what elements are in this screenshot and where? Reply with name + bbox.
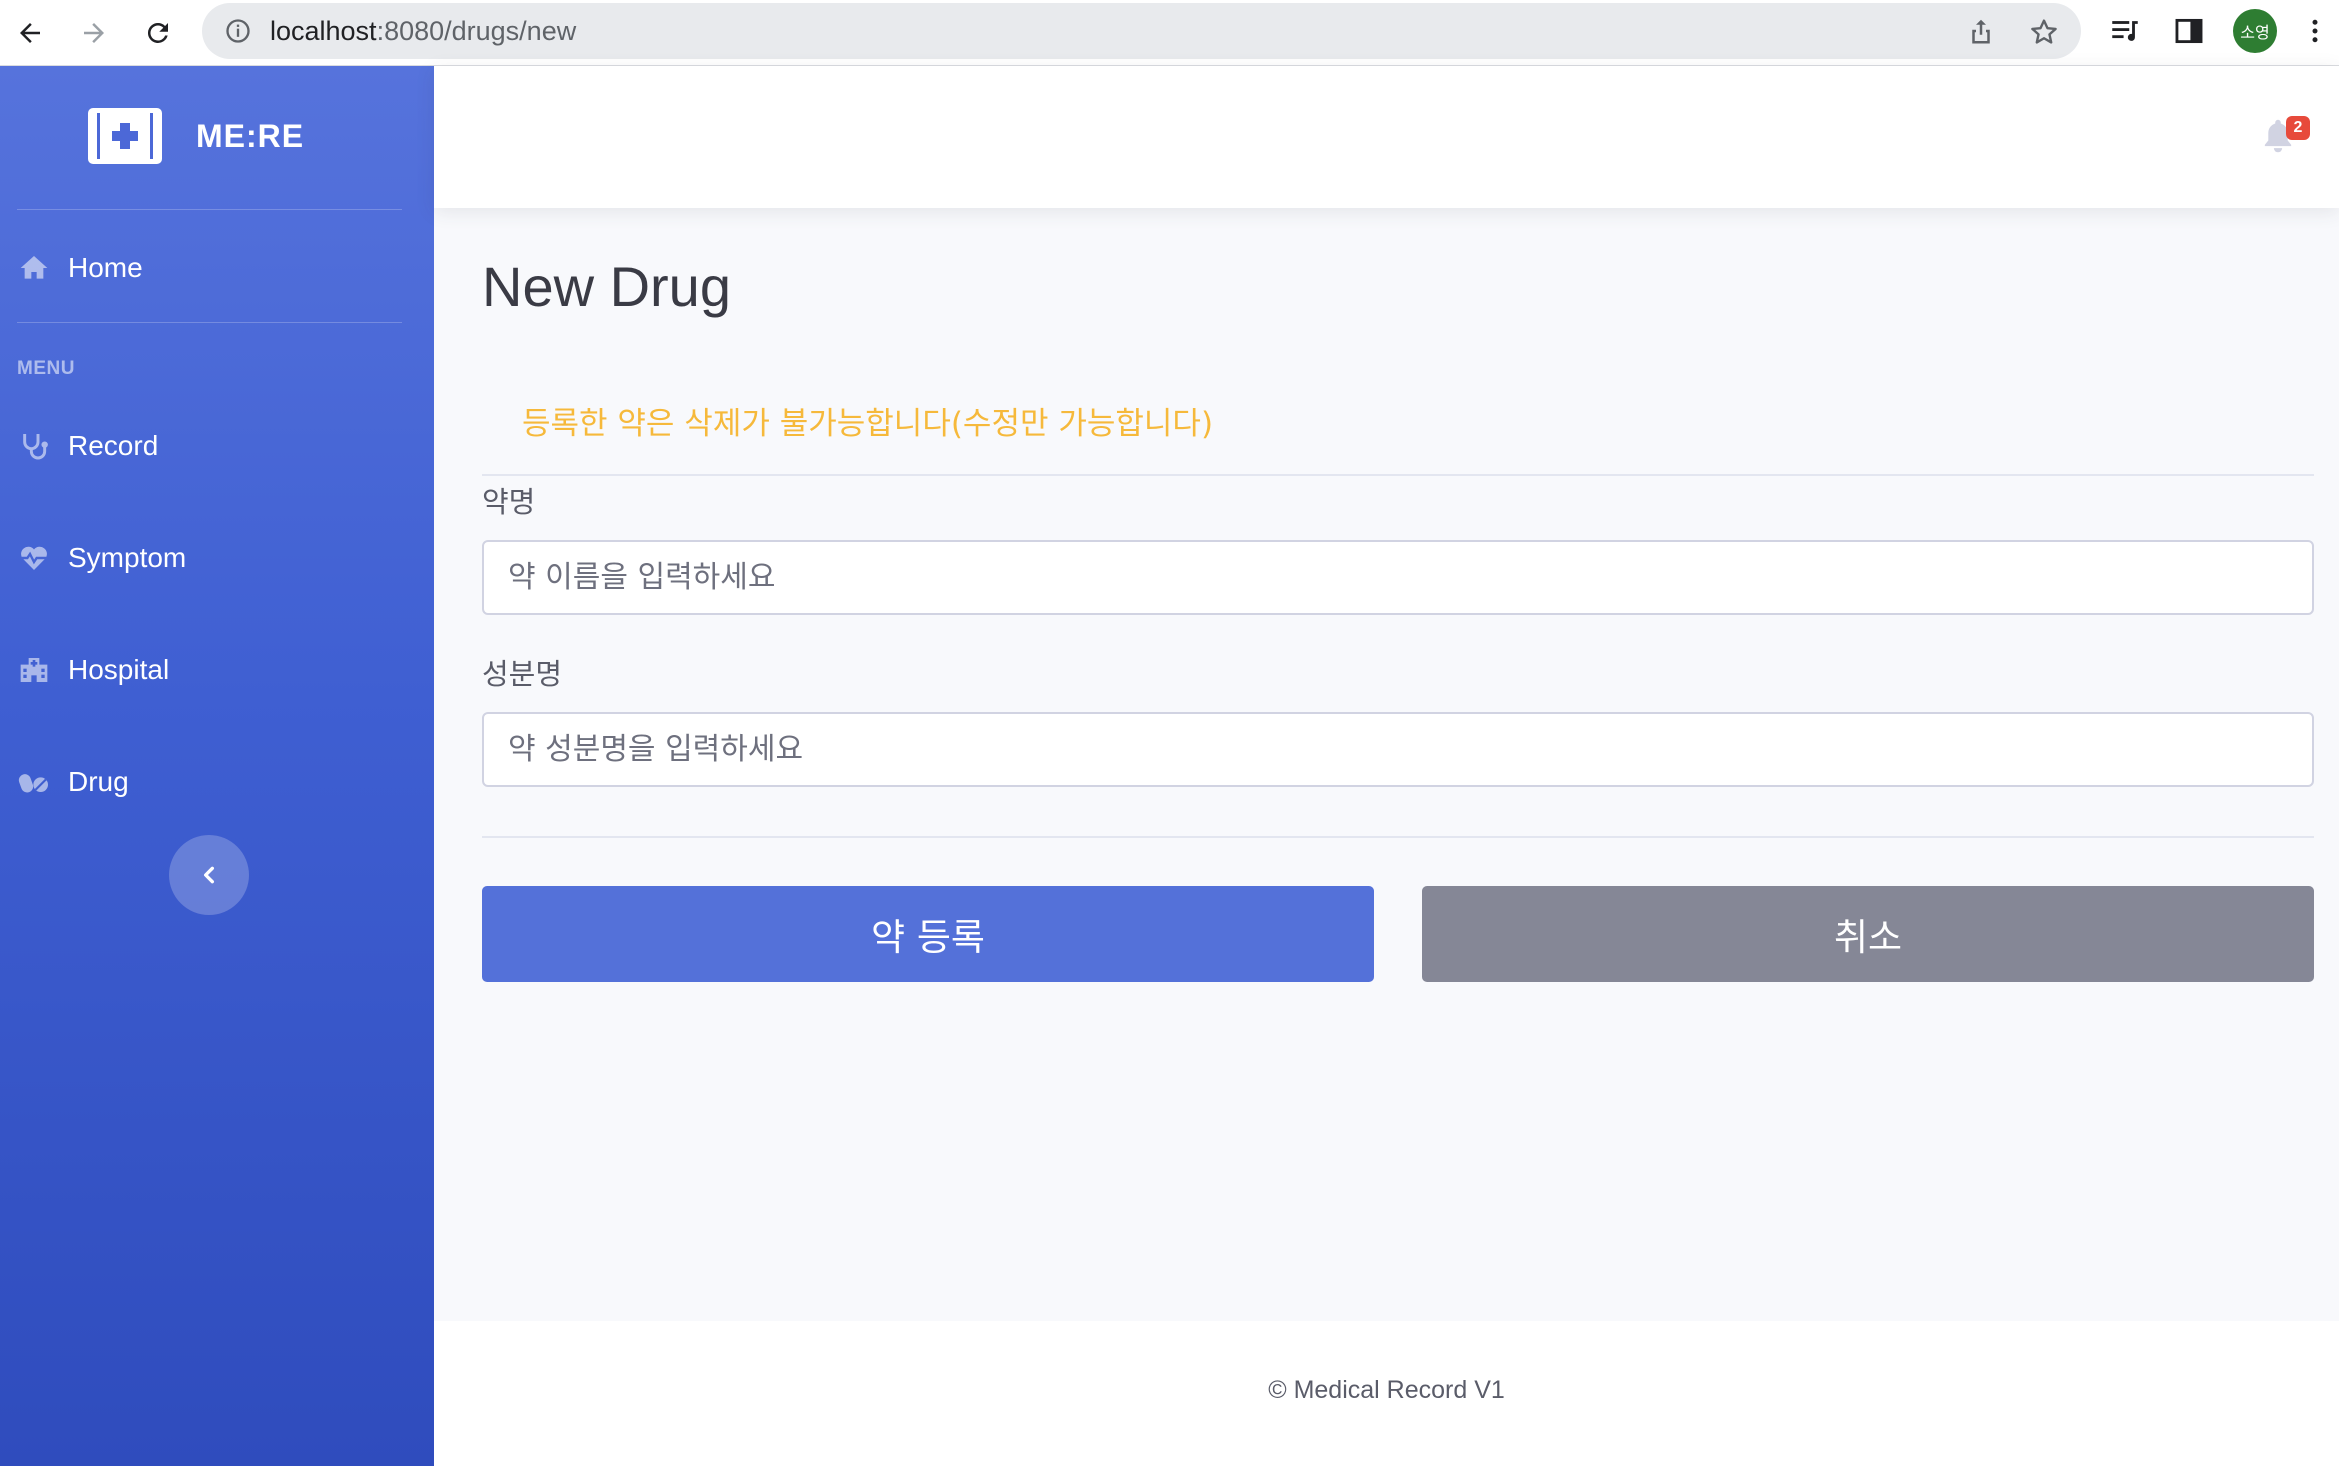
home-icon <box>20 256 48 279</box>
url-host: localhost <box>270 16 377 46</box>
divider <box>482 474 2314 476</box>
page-title: New Drug <box>482 255 731 318</box>
brand-link[interactable]: ME:RE <box>88 108 304 164</box>
sidebar-item-hospital[interactable]: Hospital <box>18 645 169 695</box>
chevron-left-icon <box>204 866 214 884</box>
sidebar-item-home[interactable]: Home <box>18 243 143 293</box>
forward-button[interactable] <box>70 9 118 57</box>
bookmark-star-icon[interactable] <box>2028 16 2060 48</box>
sidebar-item-label: Drug <box>68 766 129 797</box>
sidebar-divider <box>17 322 402 323</box>
browser-toolbar: localhost:8080/drugs/new 소영 <box>0 0 2339 66</box>
reload-icon <box>147 22 168 43</box>
ingredient-input[interactable] <box>482 712 2314 787</box>
address-bar[interactable]: localhost:8080/drugs/new <box>202 3 2081 59</box>
sidebar: ME:RE Home MENU Record Symptom Hospital … <box>0 66 434 1466</box>
forward-arrow-icon <box>84 23 104 43</box>
pills-icon <box>18 774 48 793</box>
site-info-icon[interactable] <box>224 17 252 45</box>
ingredient-label: 성분명 <box>482 657 563 691</box>
sidebar-heading: MENU <box>17 358 75 379</box>
sidebar-item-record[interactable]: Record <box>18 421 158 471</box>
sidebar-item-label: Symptom <box>68 542 187 573</box>
sidebar-divider <box>17 209 402 210</box>
notification-badge: 2 <box>2286 116 2310 140</box>
heartbeat-icon <box>20 546 48 570</box>
divider <box>482 836 2314 838</box>
drug-name-input[interactable] <box>482 540 2314 615</box>
sidebar-item-symptom[interactable]: Symptom <box>18 533 186 583</box>
stethoscope-icon <box>23 434 48 460</box>
back-button[interactable] <box>6 9 54 57</box>
sidebar-item-label: Hospital <box>68 654 170 685</box>
side-panel-icon[interactable] <box>2172 14 2206 48</box>
sidebar-item-label: Home <box>68 252 143 283</box>
footer: © Medical Record V1 <box>434 1321 2339 1466</box>
warning-message: 등록한 약은 삭제가 불가능합니다(수정만 가능합니다) <box>522 406 1214 442</box>
brand-name: ME:RE <box>196 117 305 154</box>
register-drug-button[interactable]: 약 등록 <box>482 886 1374 982</box>
sidebar-toggle-button[interactable] <box>169 835 249 915</box>
topbar: 2 <box>434 66 2339 208</box>
drug-name-label: 약명 <box>482 485 536 519</box>
footer-copyright: © Medical Record V1 <box>1268 1376 1505 1404</box>
reload-button[interactable] <box>134 9 182 57</box>
back-arrow-icon <box>20 23 40 43</box>
medical-kit-logo-icon <box>88 108 162 164</box>
browser-menu-icon[interactable] <box>2300 14 2330 48</box>
url-path: :8080/drugs/new <box>376 16 577 46</box>
share-icon[interactable] <box>1966 16 1996 46</box>
hospital-icon <box>20 658 48 682</box>
profile-avatar[interactable]: 소영 <box>2233 9 2277 53</box>
media-queue-icon[interactable] <box>2108 14 2142 48</box>
sidebar-item-drug[interactable]: Drug <box>18 757 129 807</box>
cancel-button[interactable]: 취소 <box>1422 886 2314 982</box>
url-text: localhost:8080/drugs/new <box>270 16 576 47</box>
sidebar-item-label: Record <box>68 430 159 461</box>
